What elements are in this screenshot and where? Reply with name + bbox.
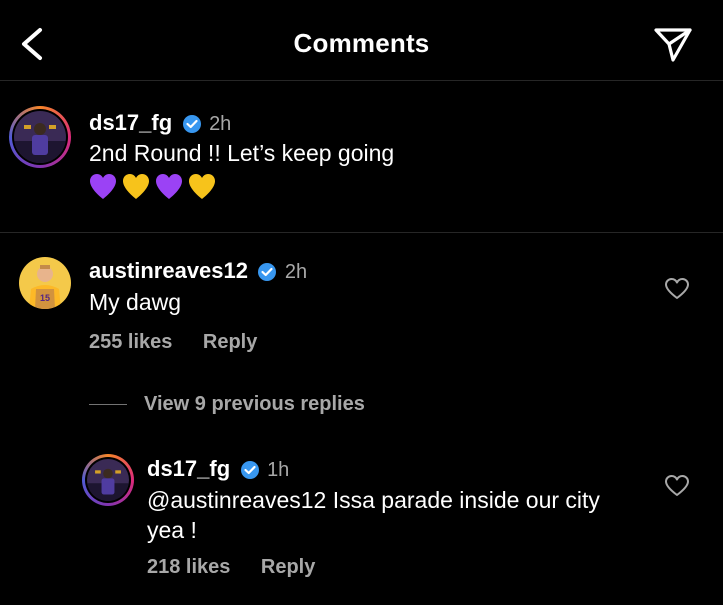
avatar <box>14 111 66 163</box>
view-previous-replies-button[interactable]: View 9 previous replies <box>144 393 365 416</box>
avatar <box>87 459 129 501</box>
page-title: Comments <box>293 28 430 58</box>
verified-badge-icon <box>182 114 201 133</box>
reply-likes[interactable]: 218 likes <box>147 556 230 578</box>
yellow-heart-icon <box>123 174 149 199</box>
comment-username[interactable]: austinreaves12 <box>89 258 248 283</box>
svg-text:15: 15 <box>40 293 50 303</box>
purple-heart-icon <box>156 174 182 199</box>
header-divider <box>0 80 723 81</box>
caption-avatar[interactable] <box>9 106 71 168</box>
verified-badge-icon <box>240 460 259 479</box>
reply-header: ds17_fg 1h <box>147 456 289 484</box>
reply-meta: 218 likes Reply <box>147 556 315 579</box>
like-heart-icon[interactable] <box>664 276 690 302</box>
caption-emojis <box>89 173 229 203</box>
reply-time: 1h <box>267 459 290 481</box>
reply-text: @austinreaves12 Issa parade inside our c… <box>147 487 600 543</box>
caption-time: 2h <box>209 113 232 135</box>
comment-time: 2h <box>284 261 308 283</box>
caption-text: 2nd Round !! Let’s keep going <box>89 140 395 166</box>
comment-meta: 255 likes Reply <box>89 331 257 354</box>
caption-username[interactable]: ds17_fg <box>89 110 172 135</box>
replies-line <box>89 404 127 405</box>
avatar: 15 <box>19 257 71 309</box>
header-bar: Comments <box>0 0 723 80</box>
comment-text: My dawg <box>89 289 182 315</box>
verified-badge-icon <box>258 262 277 281</box>
like-heart-icon[interactable] <box>664 473 690 499</box>
send-icon[interactable] <box>652 24 694 64</box>
comment-reply-button[interactable]: Reply <box>203 331 257 353</box>
comment-header: austinreaves12 2h <box>89 258 307 286</box>
purple-heart-icon <box>90 174 116 199</box>
caption-header: ds17_fg 2h <box>89 110 231 138</box>
comment-avatar[interactable]: 15 <box>19 257 71 314</box>
comment-likes[interactable]: 255 likes <box>89 331 172 353</box>
reply-avatar[interactable] <box>82 454 134 506</box>
reply-reply-button[interactable]: Reply <box>261 556 315 578</box>
yellow-heart-icon <box>189 174 215 199</box>
caption-divider <box>0 232 723 233</box>
reply-username[interactable]: ds17_fg <box>147 456 230 481</box>
